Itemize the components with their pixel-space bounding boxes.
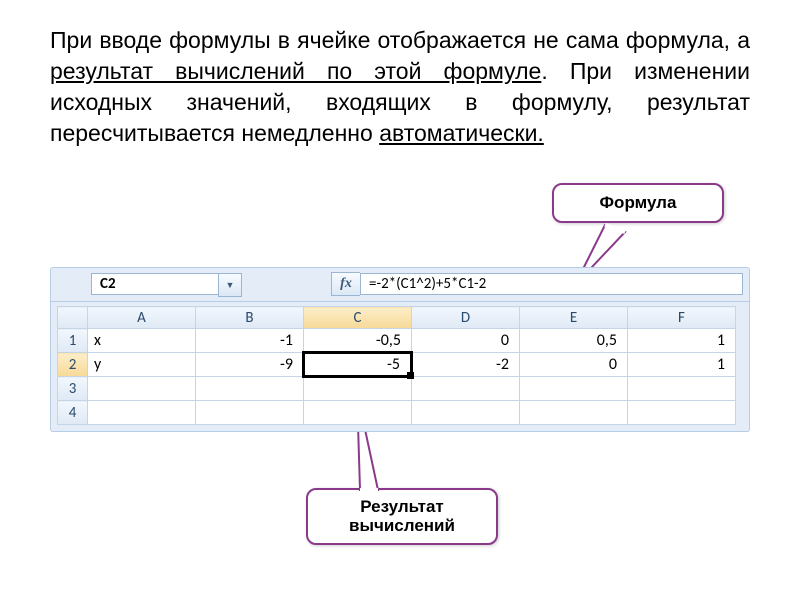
callout-result-line1: Результат [360,497,444,516]
cell-B2[interactable]: -9 [196,353,304,377]
col-header-B[interactable]: B [196,307,304,329]
formula-bar-area: C2 ▼ fx =-2*(C1^2)+5*C1-2 [50,267,750,302]
cell-C2-value: -5 [387,355,400,374]
grid-area: A B C D E F 1 x -1 -0,5 0 0,5 1 2 [50,302,750,432]
spreadsheet-grid[interactable]: A B C D E F 1 x -1 -0,5 0 0,5 1 2 [57,306,736,425]
cell-C4[interactable] [304,401,412,425]
name-box[interactable]: C2 ▼ [91,273,221,295]
cell-F2[interactable]: 1 [628,353,736,377]
row-header-4[interactable]: 4 [58,401,88,425]
fill-handle[interactable] [407,372,414,379]
cell-E1[interactable]: 0,5 [520,329,628,353]
select-all-corner[interactable] [58,307,88,329]
cell-C2-active[interactable]: -5 [304,353,412,377]
cell-A2[interactable]: y [88,353,196,377]
formula-bar-input[interactable]: =-2*(C1^2)+5*C1-2 [360,273,743,295]
cell-D2[interactable]: -2 [412,353,520,377]
formula-bar-text: =-2*(C1^2)+5*C1-2 [369,275,486,293]
text-underlined-2: автоматически. [379,120,544,146]
row-header-2[interactable]: 2 [58,353,88,377]
cell-C3[interactable] [304,377,412,401]
col-header-C[interactable]: C [304,307,412,329]
cell-F4[interactable] [628,401,736,425]
row-header-1[interactable]: 1 [58,329,88,353]
callout-result: Результат вычислений [306,488,498,545]
cell-E3[interactable] [520,377,628,401]
cell-D1[interactable]: 0 [412,329,520,353]
row-header-3[interactable]: 3 [58,377,88,401]
cell-D3[interactable] [412,377,520,401]
cell-A3[interactable] [88,377,196,401]
cell-A1[interactable]: x [88,329,196,353]
cell-F3[interactable] [628,377,736,401]
text-part-1: При вводе формулы в ячейке отображается … [50,27,750,53]
cell-C1[interactable]: -0,5 [304,329,412,353]
cell-B1[interactable]: -1 [196,329,304,353]
col-header-E[interactable]: E [520,307,628,329]
cell-F1[interactable]: 1 [628,329,736,353]
name-box-dropdown-icon[interactable]: ▼ [218,273,242,297]
fx-label: fx [340,276,352,292]
callout-formula-label: Формула [600,193,677,212]
cell-E2[interactable]: 0 [520,353,628,377]
col-header-A[interactable]: A [88,307,196,329]
explanation-paragraph: При вводе формулы в ячейке отображается … [50,25,750,149]
cell-E4[interactable] [520,401,628,425]
callout-formula: Формула [552,183,724,223]
cell-B4[interactable] [196,401,304,425]
cell-D4[interactable] [412,401,520,425]
text-underlined-1: результат вычислений по этой формуле [50,58,541,84]
excel-screenshot: C2 ▼ fx =-2*(C1^2)+5*C1-2 A B C [50,267,750,432]
col-header-D[interactable]: D [412,307,520,329]
cell-A4[interactable] [88,401,196,425]
fx-button[interactable]: fx [331,272,360,296]
col-header-F[interactable]: F [628,307,736,329]
cell-B3[interactable] [196,377,304,401]
callout-result-line2: вычислений [349,516,455,535]
name-box-value: C2 [100,275,116,293]
